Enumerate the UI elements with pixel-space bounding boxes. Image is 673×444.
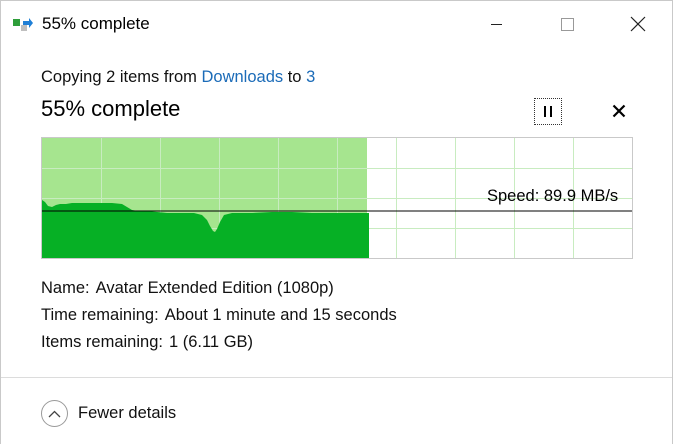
chevron-up-circle-icon xyxy=(41,400,68,427)
transfer-details: Name: Avatar Extended Edition (1080p) Tim… xyxy=(41,278,397,359)
title-bar[interactable]: 55% complete xyxy=(1,1,672,47)
fewer-details-label: Fewer details xyxy=(78,404,177,422)
maximize-icon xyxy=(560,17,574,31)
close-icon xyxy=(630,16,646,32)
fewer-details-toggle[interactable]: Fewer details xyxy=(41,400,176,427)
minimize-button[interactable] xyxy=(473,1,519,47)
pause-button[interactable] xyxy=(534,98,562,125)
destination-folder-link[interactable]: 3 xyxy=(306,68,315,86)
minimize-icon xyxy=(490,23,502,25)
chevron-up-icon xyxy=(48,410,61,417)
copy-middle: to xyxy=(283,68,307,86)
speed-label: Speed: 89.9 MB/s xyxy=(487,187,619,205)
footer: Fewer details xyxy=(1,377,672,444)
time-remaining-label: Time remaining: xyxy=(41,306,159,324)
detail-items-row: Items remaining: 1 (6.11 GB) xyxy=(41,332,397,359)
cancel-icon xyxy=(612,104,626,118)
transfer-speed-graph: Speed: 89.9 MB/s xyxy=(41,137,633,259)
maximize-button[interactable] xyxy=(544,1,590,47)
progress-heading: 55% complete xyxy=(41,96,181,121)
detail-time-row: Time remaining: About 1 minute and 15 sec… xyxy=(41,305,397,332)
window-title: 55% complete xyxy=(42,14,150,33)
close-window-button[interactable] xyxy=(615,1,661,47)
items-remaining-label: Items remaining: xyxy=(41,333,163,351)
copy-prefix: Copying 2 items from xyxy=(41,68,202,86)
cancel-button[interactable] xyxy=(607,99,631,123)
name-label: Name: xyxy=(41,279,90,297)
detail-name-row: Name: Avatar Extended Edition (1080p) xyxy=(41,278,397,305)
copy-files-icon xyxy=(13,18,33,31)
source-folder-link[interactable]: Downloads xyxy=(201,68,283,86)
copy-summary: Copying 2 items from Downloads to 3 xyxy=(41,68,315,87)
time-remaining-value: About 1 minute and 15 seconds xyxy=(164,306,397,324)
copy-progress-window: 55% complete Copying 2 items from Downlo… xyxy=(0,0,673,444)
pause-icon-bar xyxy=(550,106,552,117)
name-value: Avatar Extended Edition (1080p) xyxy=(95,279,334,297)
pause-icon-bar xyxy=(544,106,546,117)
items-remaining-value: 1 (6.11 GB) xyxy=(168,333,254,351)
